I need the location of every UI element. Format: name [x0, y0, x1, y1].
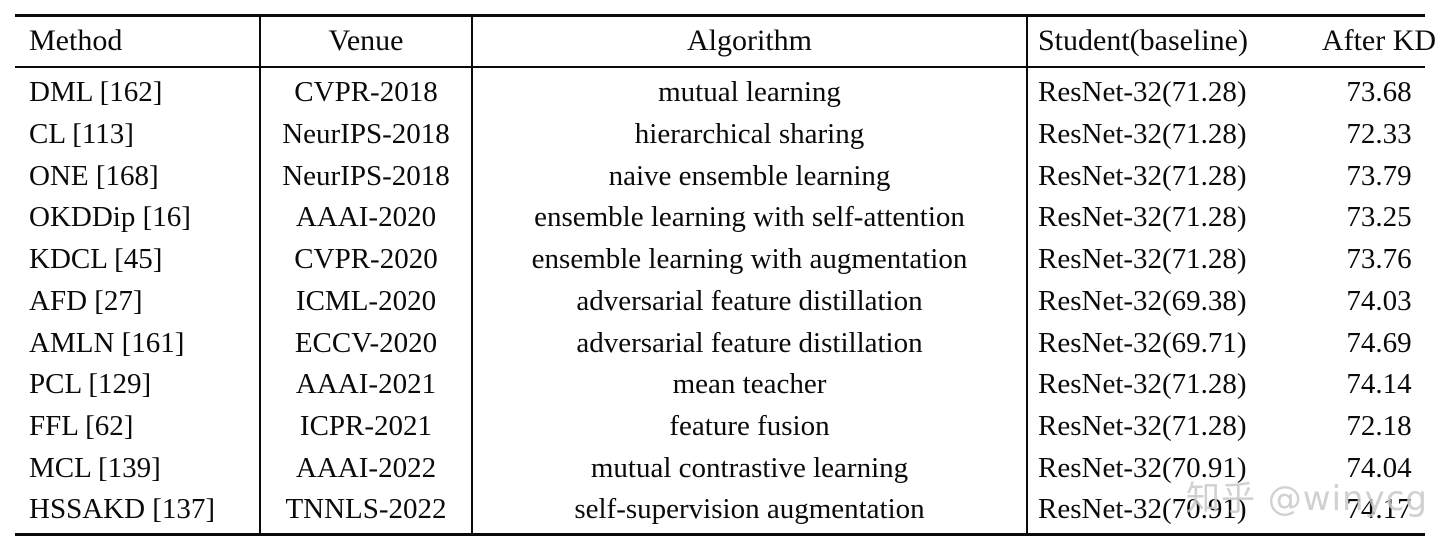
column-header-venue: Venue — [259, 17, 472, 67]
column-header-method: Method — [29, 24, 123, 57]
table-row: OKDDip [16] AAAI-2020 ensemble learning wi… — [15, 197, 1440, 240]
cell-after-kd: 73.25 — [1346, 201, 1412, 234]
cell-after-kd: 73.79 — [1346, 159, 1412, 192]
cell-method: PCL [129] — [29, 368, 152, 401]
cell-after-kd: 73.76 — [1346, 243, 1412, 276]
cell-student-baseline: ResNet-32(70.91) — [1026, 489, 1303, 533]
cell-method: AMLN [161] — [29, 326, 185, 359]
cell-after-kd: 74.69 — [1346, 326, 1412, 359]
column-header-after-kd: After KD — [1321, 24, 1437, 57]
cell-student-baseline: ResNet-32(71.28) — [1026, 239, 1303, 281]
cell-student-baseline: ResNet-32(69.38) — [1026, 280, 1303, 323]
cell-algorithm: ensemble learning with augmentation — [471, 239, 1027, 281]
cell-student-baseline: ResNet-32(71.28) — [1026, 197, 1303, 240]
cell-venue: AAAI-2022 — [259, 447, 472, 490]
table-row: CL [113] NeurIPS-2018 hierarchical sharing… — [15, 114, 1440, 156]
table-header-row: Method Venue Algorithm Student(baseline)… — [15, 17, 1440, 67]
cell-method: MCL [139] — [29, 451, 161, 484]
cell-student-baseline: ResNet-32(71.28) — [1026, 405, 1303, 448]
cell-student-baseline: ResNet-32(69.71) — [1026, 322, 1303, 365]
cell-after-kd: 72.33 — [1346, 118, 1412, 151]
cell-after-kd: 74.04 — [1346, 451, 1412, 484]
table-bottom-rule — [15, 532, 1425, 536]
cell-algorithm: naive ensemble learning — [471, 155, 1027, 198]
cell-algorithm: mutual learning — [471, 68, 1027, 115]
cell-after-kd: 72.18 — [1346, 409, 1412, 442]
cell-student-baseline: ResNet-32(71.28) — [1026, 114, 1303, 156]
cell-method: CL [113] — [29, 118, 134, 151]
table-row: ONE [168] NeurIPS-2018 naive ensemble lear… — [15, 155, 1440, 198]
cell-algorithm: mean teacher — [471, 364, 1027, 406]
cell-algorithm: adversarial feature distillation — [471, 280, 1027, 323]
cell-venue: CVPR-2020 — [259, 239, 472, 281]
cell-venue: ECCV-2020 — [259, 322, 472, 365]
table-body: DML [162] CVPR-2018 mutual learning ResNet-… — [15, 68, 1440, 533]
cell-after-kd: 74.14 — [1346, 368, 1412, 401]
table-row: FFL [62] ICPR-2021 feature fusion ResNet-32… — [15, 405, 1440, 448]
cell-venue: CVPR-2018 — [259, 68, 472, 115]
cell-method: AFD [27] — [29, 284, 143, 317]
cell-venue: NeurIPS-2018 — [259, 114, 472, 156]
cell-method: KDCL [45] — [29, 243, 163, 276]
cell-after-kd: 73.68 — [1346, 76, 1412, 109]
cell-student-baseline: ResNet-32(71.28) — [1026, 68, 1303, 115]
knowledge-distillation-methods-table: Method Venue Algorithm Student(baseline)… — [15, 17, 1440, 67]
cell-after-kd: 74.17 — [1346, 493, 1412, 526]
table-row: MCL [139] AAAI-2022 mutual contrastive lea… — [15, 447, 1440, 490]
cell-algorithm: feature fusion — [471, 405, 1027, 448]
cell-venue: TNNLS-2022 — [259, 489, 472, 533]
table-row: AFD [27] ICML-2020 adversarial feature dis… — [15, 280, 1440, 323]
cell-algorithm: self-supervision augmentation — [471, 489, 1027, 533]
cell-method: OKDDip [16] — [29, 201, 191, 234]
cell-algorithm: hierarchical sharing — [471, 114, 1027, 156]
column-header-algorithm: Algorithm — [471, 17, 1027, 67]
cell-algorithm: adversarial feature distillation — [471, 322, 1027, 365]
table-row: KDCL [45] CVPR-2020 ensemble learning with… — [15, 239, 1440, 281]
table-row: DML [162] CVPR-2018 mutual learning ResNet-… — [15, 68, 1440, 115]
cell-method: ONE [168] — [29, 159, 159, 192]
cell-algorithm: ensemble learning with self-attention — [471, 197, 1027, 240]
cell-method: DML [162] — [29, 76, 163, 109]
cell-algorithm: mutual contrastive learning — [471, 447, 1027, 490]
cell-student-baseline: ResNet-32(71.28) — [1026, 155, 1303, 198]
cell-venue: AAAI-2021 — [259, 364, 472, 406]
table-row: PCL [129] AAAI-2021 mean teacher ResNet-32(… — [15, 364, 1440, 406]
cell-venue: AAAI-2020 — [259, 197, 472, 240]
cell-venue: ICPR-2021 — [259, 405, 472, 448]
cell-student-baseline: ResNet-32(70.91) — [1026, 447, 1303, 490]
cell-venue: ICML-2020 — [259, 280, 472, 323]
table-row: AMLN [161] ECCV-2020 adversarial feature d… — [15, 322, 1440, 365]
table-body-wrapper: DML [162] CVPR-2018 mutual learning ResNet-… — [15, 68, 1440, 533]
table-container: Method Venue Algorithm Student(baseline)… — [15, 14, 1436, 536]
table-row: HSSAKD [137] TNNLS-2022 self-supervision a… — [15, 489, 1440, 533]
cell-student-baseline: ResNet-32(71.28) — [1026, 364, 1303, 406]
column-header-student-baseline: Student(baseline) — [1026, 17, 1303, 67]
cell-after-kd: 74.03 — [1346, 284, 1412, 317]
cell-venue: NeurIPS-2018 — [259, 155, 472, 198]
cell-method: FFL [62] — [29, 409, 134, 442]
table-head: Method Venue Algorithm Student(baseline)… — [15, 17, 1440, 67]
cell-method: HSSAKD [137] — [29, 493, 216, 526]
